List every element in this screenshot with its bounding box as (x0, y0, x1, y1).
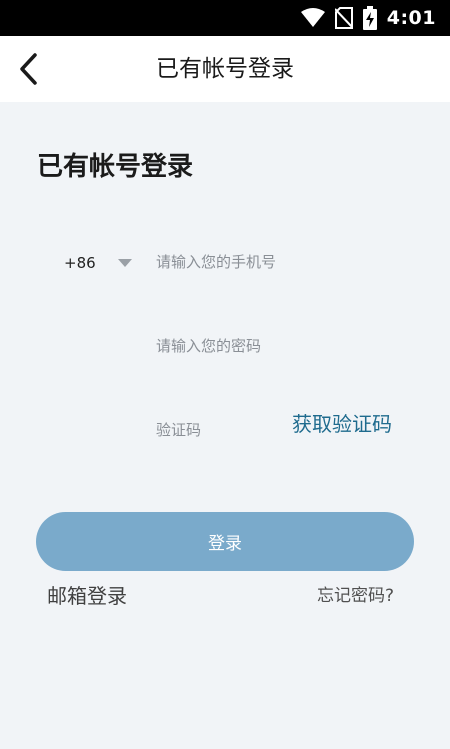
verification-code-input[interactable] (156, 417, 276, 443)
page-title: 已有帐号登录 (156, 56, 294, 82)
email-login-link[interactable]: 邮箱登录 (47, 580, 127, 609)
nav-bar: 已有帐号登录 (0, 36, 450, 102)
battery-charging-icon (362, 6, 377, 30)
password-input[interactable] (156, 333, 406, 359)
phone-input[interactable] (156, 249, 406, 275)
login-button[interactable]: 登录 (36, 512, 414, 571)
get-code-button[interactable]: 获取验证码 (292, 408, 392, 437)
status-time: 4:01 (386, 7, 436, 29)
triangle-down-icon (118, 259, 132, 267)
status-bar: 4:01 (0, 0, 450, 36)
form-heading: 已有帐号登录 (37, 152, 194, 182)
country-code: +86 (64, 254, 96, 272)
no-sim-icon (334, 7, 353, 29)
forgot-password-link[interactable]: 忘记密码? (317, 581, 394, 606)
wifi-icon (300, 8, 325, 28)
country-code-selector[interactable]: +86 (64, 250, 140, 276)
